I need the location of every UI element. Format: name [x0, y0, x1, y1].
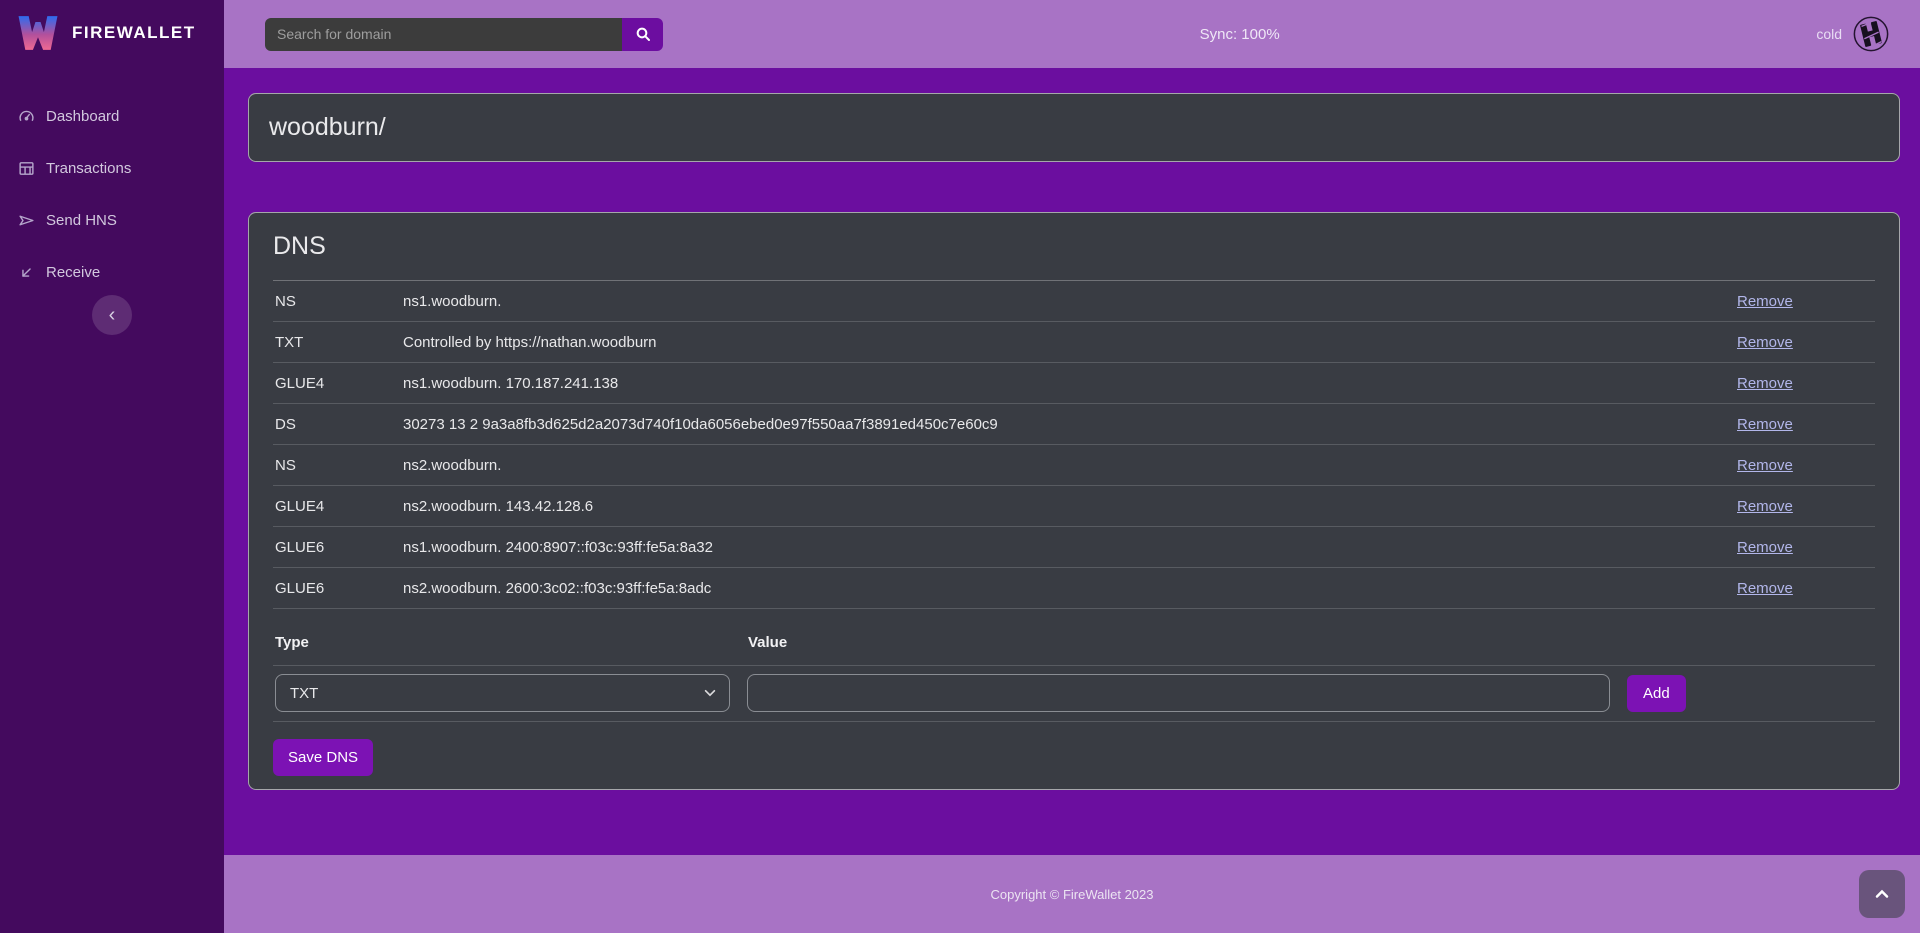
table-icon — [18, 160, 35, 177]
copyright-text: Copyright © FireWallet 2023 — [991, 887, 1154, 902]
search-button[interactable] — [622, 18, 663, 51]
type-column-header: Type — [275, 634, 748, 651]
record-value: ns1.woodburn. — [403, 293, 1737, 310]
dns-records-table: NS ns1.woodburn. Remove TXT Controlled b… — [273, 281, 1875, 609]
save-dns-button[interactable]: Save DNS — [273, 739, 373, 776]
add-record-button[interactable]: Add — [1627, 675, 1686, 712]
record-value: 30273 13 2 9a3a8fb3d625d2a2073d740f10da6… — [403, 416, 1737, 433]
sidebar-item-label: Transactions — [46, 160, 131, 177]
record-value: ns2.woodburn. 143.42.128.6 — [403, 498, 1737, 515]
record-type: NS — [275, 293, 403, 310]
brand-name: FIREWALLET — [72, 23, 196, 43]
record-type: GLUE4 — [275, 375, 403, 392]
sync-status: Sync: 100% — [663, 26, 1816, 43]
remove-link[interactable]: Remove — [1737, 580, 1793, 597]
chevron-up-icon — [1874, 886, 1890, 902]
record-type: GLUE6 — [275, 580, 403, 597]
record-type-select-wrap: TXT — [275, 674, 730, 712]
handshake-icon — [1852, 15, 1890, 53]
add-record-headers: Type Value — [273, 609, 1875, 666]
sidebar-item-receive[interactable]: Receive — [0, 246, 224, 298]
record-value: ns1.woodburn. 170.187.241.138 — [403, 375, 1737, 392]
footer: Copyright © FireWallet 2023 — [224, 855, 1920, 933]
remove-link[interactable]: Remove — [1737, 375, 1793, 392]
record-type: TXT — [275, 334, 403, 351]
table-row: GLUE6 ns1.woodburn. 2400:8907::f03c:93ff… — [273, 527, 1875, 568]
table-row: GLUE4 ns1.woodburn. 170.187.241.138 Remo… — [273, 363, 1875, 404]
sidebar-item-send-hns[interactable]: Send HNS — [0, 194, 224, 246]
brand[interactable]: FIREWALLET — [0, 0, 224, 62]
sidebar-item-label: Dashboard — [46, 108, 119, 125]
table-row: GLUE6 ns2.woodburn. 2600:3c02::f03c:93ff… — [273, 568, 1875, 609]
search-icon — [635, 26, 651, 42]
record-action-cell: Remove — [1737, 375, 1875, 392]
sidebar: FIREWALLET Dashboard Transactions Send H… — [0, 0, 224, 933]
chevron-left-icon: ‹ — [109, 304, 116, 326]
record-action-cell: Remove — [1737, 334, 1875, 351]
add-record-form: TXT Add — [273, 666, 1875, 722]
firewallet-logo-icon — [16, 14, 60, 52]
search-input[interactable] — [265, 18, 622, 51]
sidebar-item-label: Receive — [46, 264, 100, 281]
table-row: NS ns1.woodburn. Remove — [273, 281, 1875, 322]
record-action-cell: Remove — [1737, 293, 1875, 310]
send-icon — [18, 212, 35, 229]
dns-card: DNS NS ns1.woodburn. Remove TXT Controll… — [248, 212, 1900, 790]
sidebar-collapse-button[interactable]: ‹ — [92, 295, 132, 335]
table-row: TXT Controlled by https://nathan.woodbur… — [273, 322, 1875, 363]
record-action-cell: Remove — [1737, 457, 1875, 474]
domain-card: woodburn/ — [248, 93, 1900, 162]
record-type: NS — [275, 457, 403, 474]
main-column: Sync: 100% cold woodburn/ DNS — [224, 0, 1920, 933]
record-value-input[interactable] — [747, 674, 1610, 712]
remove-link[interactable]: Remove — [1737, 498, 1793, 515]
remove-link[interactable]: Remove — [1737, 334, 1793, 351]
wallet-name: cold — [1816, 26, 1842, 42]
value-column-header: Value — [748, 634, 1875, 651]
page-title: woodburn/ — [269, 113, 1879, 142]
record-value: ns1.woodburn. 2400:8907::f03c:93ff:fe5a:… — [403, 539, 1737, 556]
remove-link[interactable]: Remove — [1737, 416, 1793, 433]
sidebar-item-dashboard[interactable]: Dashboard — [0, 90, 224, 142]
record-type: GLUE4 — [275, 498, 403, 515]
page-content: woodburn/ DNS NS ns1.woodburn. Remove TX… — [224, 68, 1920, 855]
topbar: Sync: 100% cold — [224, 0, 1920, 68]
record-action-cell: Remove — [1737, 539, 1875, 556]
table-row: DS 30273 13 2 9a3a8fb3d625d2a2073d740f10… — [273, 404, 1875, 445]
record-action-cell: Remove — [1737, 416, 1875, 433]
table-row: NS ns2.woodburn. Remove — [273, 445, 1875, 486]
scroll-to-top-button[interactable] — [1859, 870, 1905, 918]
record-action-cell: Remove — [1737, 580, 1875, 597]
wallet-switcher[interactable]: cold — [1816, 15, 1890, 53]
record-value: ns2.woodburn. — [403, 457, 1737, 474]
sidebar-item-label: Send HNS — [46, 212, 117, 229]
dns-section-title: DNS — [273, 232, 1875, 261]
remove-link[interactable]: Remove — [1737, 293, 1793, 310]
record-value: ns2.woodburn. 2600:3c02::f03c:93ff:fe5a:… — [403, 580, 1737, 597]
remove-link[interactable]: Remove — [1737, 539, 1793, 556]
table-row: GLUE4 ns2.woodburn. 143.42.128.6 Remove — [273, 486, 1875, 527]
sidebar-item-transactions[interactable]: Transactions — [0, 142, 224, 194]
receive-icon — [18, 264, 35, 281]
record-type: DS — [275, 416, 403, 433]
remove-link[interactable]: Remove — [1737, 457, 1793, 474]
record-type-select[interactable]: TXT — [275, 674, 730, 712]
sidebar-nav: Dashboard Transactions Send HNS Receive — [0, 90, 224, 298]
record-type: GLUE6 — [275, 539, 403, 556]
domain-search — [265, 18, 663, 51]
record-value: Controlled by https://nathan.woodburn — [403, 334, 1737, 351]
record-action-cell: Remove — [1737, 498, 1875, 515]
gauge-icon — [18, 108, 35, 125]
